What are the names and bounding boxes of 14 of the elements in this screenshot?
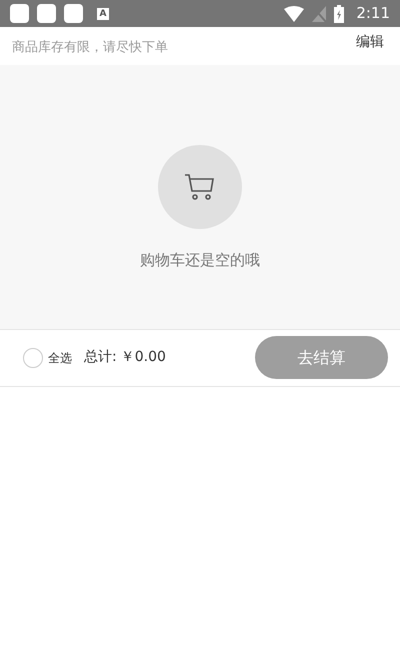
stock-notice: 商品库存有限，请尽快下单: [12, 39, 168, 57]
app-icon: [64, 4, 83, 23]
total-label: 总计:: [84, 348, 117, 367]
app-icon: [37, 4, 56, 23]
battery-icon: [334, 4, 344, 22]
cart-icon: [184, 173, 216, 201]
notification-icon: A: [97, 8, 109, 20]
app-icon: [10, 4, 29, 23]
total-amount: ￥0.00: [120, 348, 166, 367]
edit-button[interactable]: 编辑: [356, 32, 384, 53]
select-all-checkbox[interactable]: 全选: [23, 348, 72, 368]
wifi-icon: [284, 6, 304, 22]
clock: 2:11: [356, 3, 390, 24]
empty-cart-message: 购物车还是空的哦: [140, 250, 260, 271]
